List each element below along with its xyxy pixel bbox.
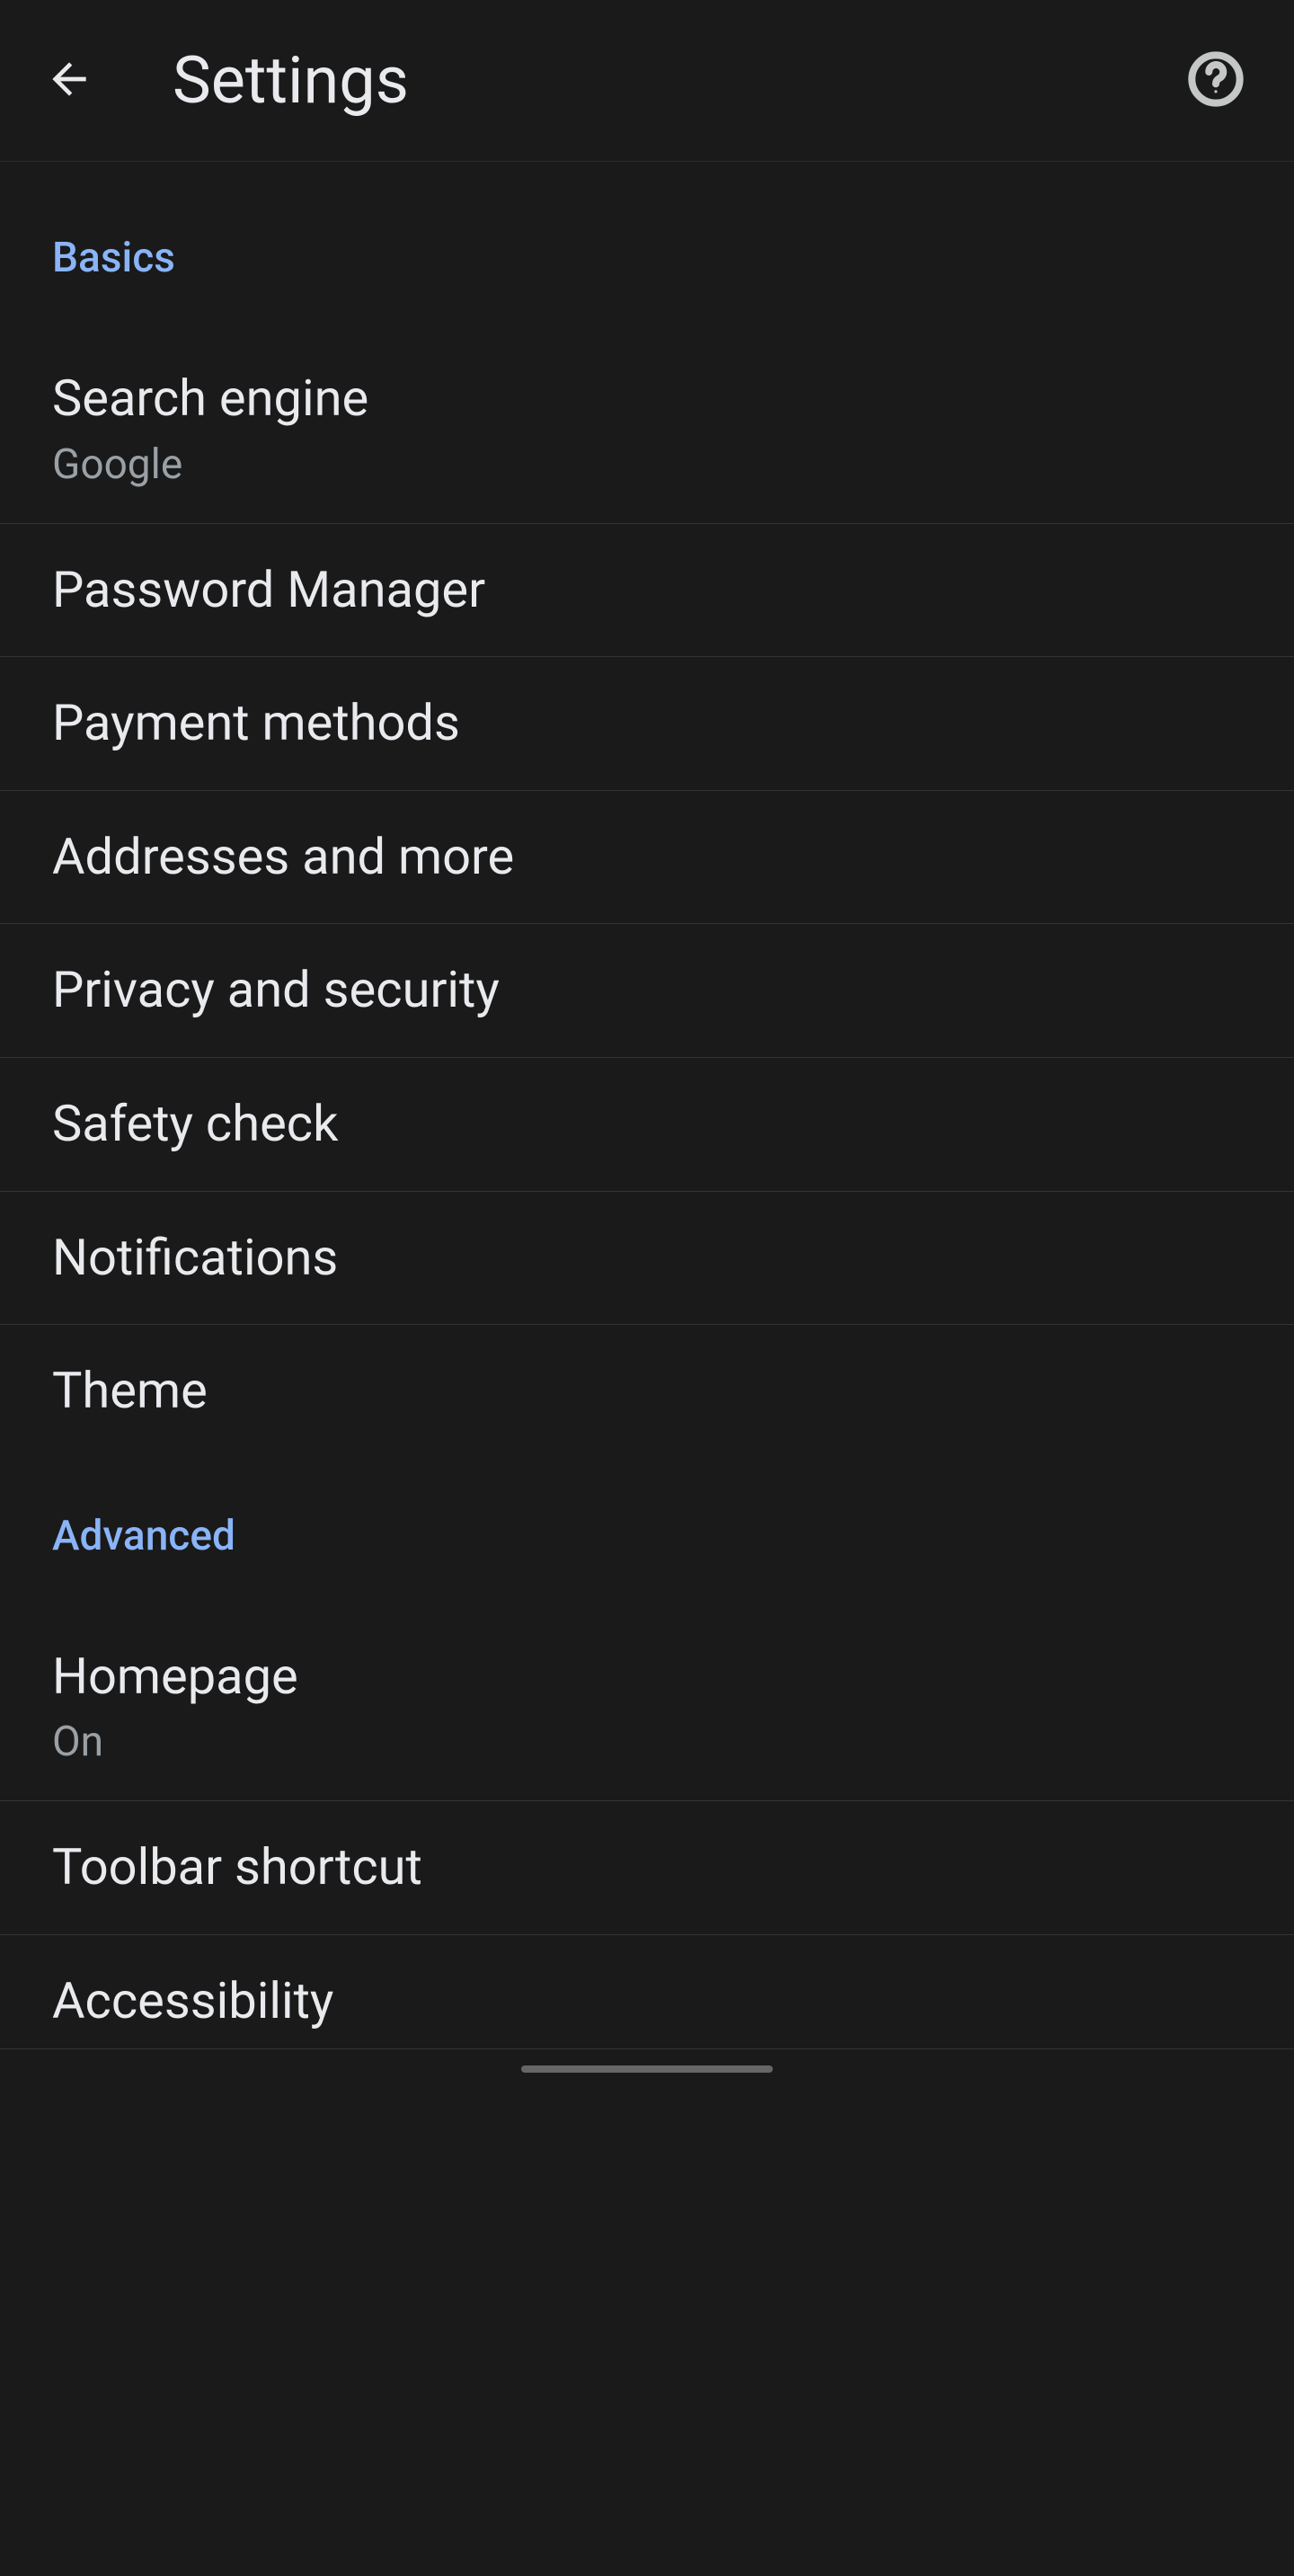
help-icon (1187, 50, 1245, 111)
help-button[interactable] (1175, 40, 1256, 121)
item-privacy-and-security[interactable]: Privacy and security (0, 924, 1294, 1058)
item-search-engine[interactable]: Search engine Google (0, 327, 1294, 524)
section-header-advanced: Advanced (0, 1458, 1294, 1605)
app-header: Settings (0, 0, 1294, 162)
item-label: Privacy and security (52, 956, 1242, 1025)
item-label: Safety check (52, 1090, 1242, 1159)
item-label: Toolbar shortcut (52, 1834, 1242, 1902)
item-homepage[interactable]: Homepage On (0, 1605, 1294, 1802)
item-label: Search engine (52, 365, 1242, 433)
item-sublabel: On (52, 1718, 1242, 1766)
navigation-bar (0, 2065, 1294, 2098)
item-label: Theme (52, 1357, 1242, 1426)
item-accessibility[interactable]: Accessibility (0, 1935, 1294, 2049)
item-sublabel: Google (52, 440, 1242, 489)
section-header-basics: Basics (0, 162, 1294, 327)
gesture-handle-icon (521, 2065, 773, 2073)
item-label: Accessibility (52, 1968, 1242, 2036)
arrow-left-icon (44, 54, 94, 108)
item-label: Payment methods (52, 689, 1242, 758)
back-button[interactable] (29, 40, 110, 121)
item-addresses-and-more[interactable]: Addresses and more (0, 791, 1294, 925)
item-payment-methods[interactable]: Payment methods (0, 657, 1294, 791)
item-label: Notifications (52, 1224, 1242, 1292)
item-password-manager[interactable]: Password Manager (0, 524, 1294, 658)
item-notifications[interactable]: Notifications (0, 1192, 1294, 1326)
page-title: Settings (173, 42, 1175, 119)
item-label: Addresses and more (52, 823, 1242, 892)
item-safety-check[interactable]: Safety check (0, 1058, 1294, 1192)
item-toolbar-shortcut[interactable]: Toolbar shortcut (0, 1801, 1294, 1935)
item-theme[interactable]: Theme (0, 1325, 1294, 1458)
item-label: Homepage (52, 1643, 1242, 1711)
item-label: Password Manager (52, 556, 1242, 625)
